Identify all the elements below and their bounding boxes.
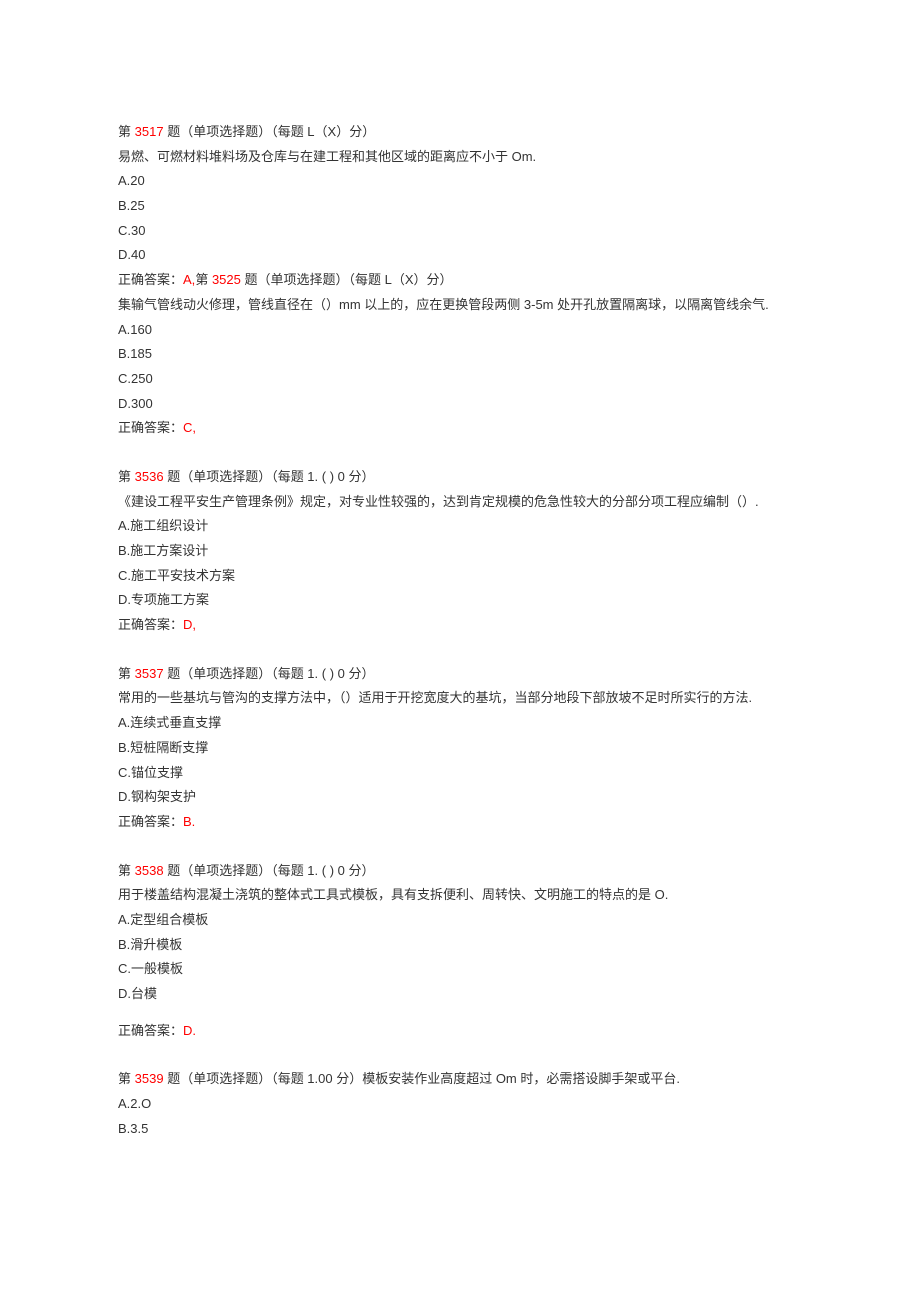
prefix: 第 [118,666,131,681]
prefix: 第 [118,1071,131,1086]
question-stem: 《建设工程平安生产管理条例》规定，对专业性较强的，达到肯定规模的危急性较大的分部… [118,490,802,515]
header-suffix: 题（单项选择题）（每题 1.00 分）模板安装作业高度超过 Om 时，必需搭设脚… [167,1071,680,1086]
answer-line: 正确答案：A,第 3525 题（单项选择题）（每题 L（X）分） [118,268,802,293]
answer-value: D. [183,1023,196,1038]
header-suffix: 题（单项选择题）（每题 1. ( ) 0 分） [167,666,374,681]
question-3539: 第 3539 题（单项选择题）（每题 1.00 分）模板安装作业高度超过 Om … [118,1067,802,1141]
option-d: D.40 [118,243,802,268]
question-number: 3538 [135,863,164,878]
answer-value: A, [183,272,195,287]
question-number: 3539 [135,1071,164,1086]
header-suffix: 题（单项选择题）（每题 1. ( ) 0 分） [167,469,374,484]
answer-label: 正确答案： [118,617,183,632]
answer-line-3525: 正确答案：C, [118,416,802,441]
option-a: A.施工组织设计 [118,514,802,539]
option-a: A.定型组合模板 [118,908,802,933]
next-question-number: 3525 [212,272,241,287]
answer-line: 正确答案：B. [118,810,802,835]
option-b: B.3.5 [118,1117,802,1142]
question-number: 3517 [135,124,164,139]
next-prefix: 第 [195,272,208,287]
option-c: C.一般模板 [118,957,802,982]
option-a: A.160 [118,318,802,343]
answer-label: 正确答案： [118,272,183,287]
question-header: 第 3537 题（单项选择题）（每题 1. ( ) 0 分） [118,662,802,687]
answer-value: C, [183,420,196,435]
option-d: D.专项施工方案 [118,588,802,613]
question-number: 3537 [135,666,164,681]
option-b: B.185 [118,342,802,367]
option-c: C.锚位支撑 [118,761,802,786]
answer-label: 正确答案： [118,814,183,829]
question-3536: 第 3536 题（单项选择题）（每题 1. ( ) 0 分） 《建设工程平安生产… [118,465,802,638]
answer-label: 正确答案： [118,420,183,435]
header-suffix: 题（单项选择题）（每题 L（X）分） [167,124,375,139]
option-b: B.滑升模板 [118,933,802,958]
option-b: B.短桩隔断支撑 [118,736,802,761]
question-stem: 常用的一些基坑与管沟的支撑方法中，（）适用于开挖宽度大的基坑，当部分地段下部放坡… [118,686,802,711]
prefix: 第 [118,863,131,878]
answer-line: 正确答案：D, [118,613,802,638]
option-b: B.施工方案设计 [118,539,802,564]
answer-value: B. [183,814,195,829]
question-header: 第 3538 题（单项选择题）（每题 1. ( ) 0 分） [118,859,802,884]
header-suffix: 题（单项选择题）（每题 1. ( ) 0 分） [167,863,374,878]
next-header-suffix: 题（单项选择题）（每题 L（X）分） [245,272,453,287]
question-header: 第 3517 题（单项选择题）（每题 L（X）分） [118,120,802,145]
option-a: A.连续式垂直支撑 [118,711,802,736]
question-stem: 易燃、可燃材料堆料场及仓库与在建工程和其他区域的距离应不小于 Om. [118,145,802,170]
question-stem-3525: 集输气管线动火修理，管线直径在（）mm 以上的，应在更换管段两侧 3-5m 处开… [118,293,802,318]
option-c: C.30 [118,219,802,244]
option-a: A.20 [118,169,802,194]
option-c: C.250 [118,367,802,392]
prefix: 第 [118,469,131,484]
option-a: A.2.O [118,1092,802,1117]
option-b: B.25 [118,194,802,219]
question-3538: 第 3538 题（单项选择题）（每题 1. ( ) 0 分） 用于楼盖结构混凝土… [118,859,802,1044]
question-stem: 用于楼盖结构混凝土浇筑的整体式工具式模板，具有支拆便利、周转快、文明施工的特点的… [118,883,802,908]
option-d: D.台模 [118,982,802,1007]
answer-label: 正确答案： [118,1023,183,1038]
option-d: D.300 [118,392,802,417]
prefix: 第 [118,124,131,139]
question-3537: 第 3537 题（单项选择题）（每题 1. ( ) 0 分） 常用的一些基坑与管… [118,662,802,835]
option-c: C.施工平安技术方案 [118,564,802,589]
question-number: 3536 [135,469,164,484]
option-d: D.钢构架支护 [118,785,802,810]
question-3517: 第 3517 题（单项选择题）（每题 L（X）分） 易燃、可燃材料堆料场及仓库与… [118,120,802,441]
answer-line: 正确答案：D. [118,1019,802,1044]
question-header: 第 3536 题（单项选择题）（每题 1. ( ) 0 分） [118,465,802,490]
answer-value: D, [183,617,196,632]
question-header: 第 3539 题（单项选择题）（每题 1.00 分）模板安装作业高度超过 Om … [118,1067,802,1092]
